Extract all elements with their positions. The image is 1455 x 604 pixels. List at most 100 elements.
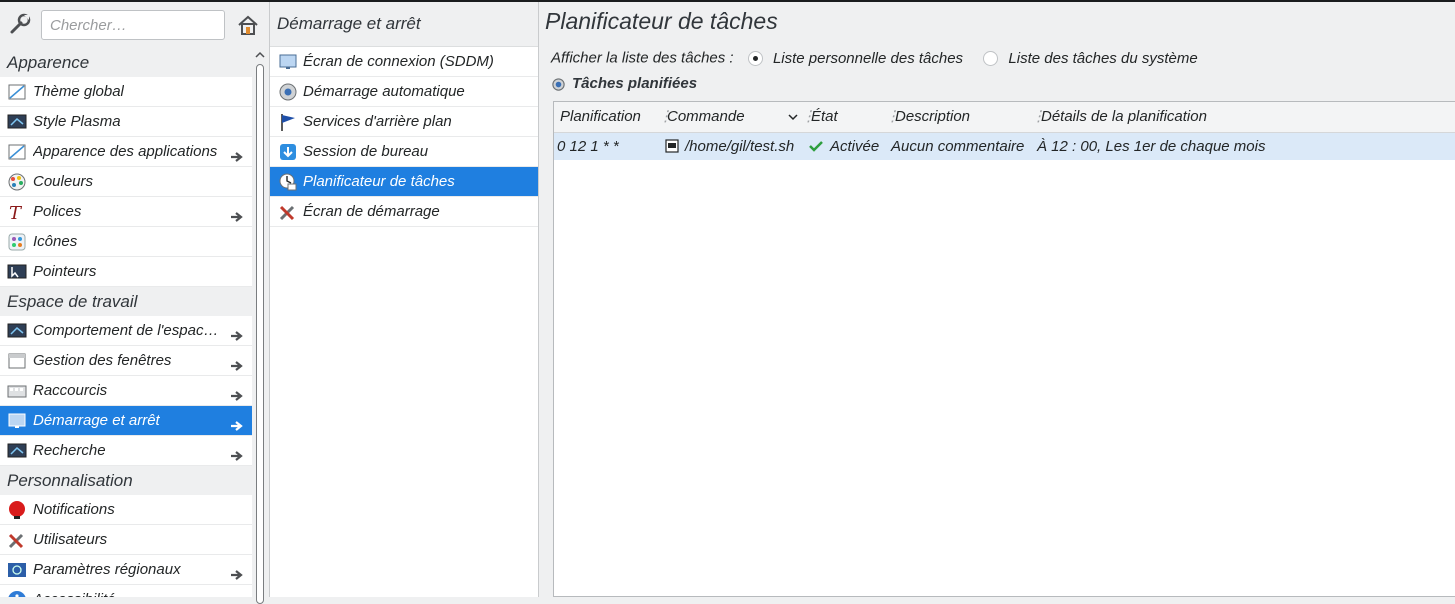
- arrow-right-icon[interactable]: [230, 205, 244, 222]
- col-details[interactable]: Détails de la planification: [1041, 102, 1207, 132]
- radio-personal[interactable]: [747, 50, 763, 66]
- accessibility-icon: [7, 590, 27, 597]
- sidebar-item[interactable]: Icônes: [0, 227, 252, 257]
- sidebar-item[interactable]: Démarrage et arrêt: [0, 406, 252, 436]
- cell-state: Activée: [830, 138, 880, 155]
- sidebar-item-label: Icônes: [33, 233, 78, 250]
- plasma-style-icon: [7, 112, 27, 132]
- col-grip[interactable]: ⋮: [658, 102, 673, 132]
- radio-personal-label[interactable]: Liste personnelle des tâches: [773, 50, 963, 67]
- session-icon: [278, 142, 298, 162]
- scheduled-tasks-group: Tâches planifiées: [551, 75, 697, 92]
- subcategory-item[interactable]: Session de bureau: [270, 137, 540, 167]
- col-grip[interactable]: ⋮: [885, 102, 900, 132]
- arrow-right-icon[interactable]: [230, 563, 244, 580]
- subcategory-panel: Démarrage et arrêt Écran de connexion (S…: [269, 2, 540, 597]
- arrow-right-icon[interactable]: [230, 354, 244, 371]
- page-title: Planificateur de tâches: [545, 8, 778, 34]
- sidebar: Apparence Thème global Style Plasma Appare…: [0, 2, 268, 604]
- scroll-up-icon[interactable]: [255, 50, 265, 60]
- sidebar-item-label: Thème global: [33, 83, 124, 100]
- task-scheduler-panel: Planificateur de tâches Afficher la list…: [539, 2, 1455, 597]
- sidebar-item[interactable]: Style Plasma: [0, 107, 252, 137]
- category-workspace: Espace de travail: [0, 287, 252, 316]
- sidebar-item-label: Démarrage et arrêt: [33, 412, 160, 429]
- table-row[interactable]: 0 12 1 * * /home/gil/test.sh Activée Auc…: [554, 133, 1455, 160]
- sidebar-item[interactable]: Pointeurs: [0, 257, 252, 287]
- app-style-icon: [7, 142, 27, 162]
- subcategory-item[interactable]: Écran de démarrage: [270, 197, 540, 227]
- subcategory-item-label: Écran de démarrage: [303, 203, 440, 220]
- gear-icon: [552, 77, 565, 91]
- col-etat[interactable]: État: [811, 102, 838, 132]
- radio-system[interactable]: [983, 50, 999, 66]
- subcategory-item[interactable]: Écran de connexion (SDDM): [270, 47, 540, 77]
- startup-icon: [7, 411, 27, 431]
- login-screen-icon: [278, 52, 298, 72]
- task-scheduler-icon: [278, 172, 298, 192]
- sidebar-item[interactable]: Comportement de l'espace de travail: [0, 316, 252, 346]
- services-icon: [278, 112, 298, 132]
- subcategory-item-label: Session de bureau: [303, 143, 429, 160]
- sidebar-item-label: Paramètres régionaux: [33, 561, 181, 578]
- arrow-right-icon[interactable]: [230, 444, 244, 461]
- show-label: Afficher la liste des tâches :: [551, 49, 734, 67]
- arrow-right-icon[interactable]: [230, 145, 244, 162]
- subcategory-item[interactable]: Planificateur de tâches: [270, 167, 540, 197]
- sidebar-item[interactable]: Paramètres régionaux: [0, 555, 252, 585]
- sidebar-item[interactable]: Thème global: [0, 77, 252, 107]
- search-plasma-icon: [7, 441, 27, 461]
- windows-icon: [7, 351, 27, 371]
- regional-icon: [7, 560, 27, 580]
- category-appearance: Apparence: [0, 48, 252, 77]
- home-icon[interactable]: [236, 13, 260, 37]
- col-description[interactable]: Description: [895, 102, 970, 132]
- icons-icon: [7, 232, 27, 252]
- notifications-icon: [7, 500, 27, 520]
- cell-command: /home/gil/test.sh: [685, 138, 795, 155]
- col-grip[interactable]: ⋮: [1031, 102, 1046, 132]
- sidebar-item[interactable]: Gestion des fenêtres: [0, 346, 252, 376]
- sidebar-item[interactable]: Recherche: [0, 436, 252, 466]
- cursors-icon: [7, 262, 27, 282]
- tasks-table: Planification ⋮ Commande ⋮ État ⋮ Descri…: [553, 101, 1455, 597]
- subcategory-item[interactable]: Démarrage automatique: [270, 77, 540, 107]
- sidebar-item-label: Gestion des fenêtres: [33, 352, 172, 369]
- col-planification[interactable]: Planification: [560, 102, 641, 132]
- sidebar-item[interactable]: Couleurs: [0, 167, 252, 197]
- subcategory-title: Démarrage et arrêt: [270, 2, 540, 47]
- configure-icon[interactable]: [8, 12, 32, 36]
- sidebar-item-label: Accessibilité: [33, 585, 116, 597]
- users-icon: [7, 530, 27, 550]
- splash-icon: [278, 202, 298, 222]
- theme-icon: [7, 82, 27, 102]
- arrow-right-icon[interactable]: [230, 324, 244, 341]
- category-personalization: Personnalisation: [0, 466, 252, 495]
- task-list-selector: Afficher la liste des tâches : Liste per…: [551, 49, 1198, 67]
- sidebar-scrollbar[interactable]: [254, 50, 266, 604]
- arrow-right-icon[interactable]: [230, 384, 244, 401]
- sidebar-item[interactable]: T Polices: [0, 197, 252, 227]
- col-grip[interactable]: ⋮: [801, 102, 816, 132]
- search-input[interactable]: [41, 10, 225, 40]
- scrollbar-track[interactable]: [256, 64, 264, 604]
- fonts-icon: T: [7, 202, 27, 224]
- sidebar-item[interactable]: Accessibilité: [0, 585, 252, 597]
- sidebar-item[interactable]: Raccourcis: [0, 376, 252, 406]
- col-commande[interactable]: Commande: [667, 102, 745, 132]
- subcategory-item-label: Écran de connexion (SDDM): [303, 53, 494, 70]
- autostart-icon: [278, 82, 298, 102]
- sidebar-item[interactable]: Utilisateurs: [0, 525, 252, 555]
- sidebar-item[interactable]: Notifications: [0, 495, 252, 525]
- sidebar-item[interactable]: Apparence des applications: [0, 137, 252, 167]
- sidebar-item-label: Couleurs: [33, 173, 94, 190]
- sidebar-item-label: Utilisateurs: [33, 531, 108, 548]
- subcategory-item[interactable]: Services d'arrière plan: [270, 107, 540, 137]
- group-title-label: Tâches planifiées: [572, 75, 698, 92]
- arrow-right-icon[interactable]: [230, 414, 244, 431]
- radio-system-label[interactable]: Liste des tâches du système: [1008, 50, 1197, 67]
- sidebar-item-label: Notifications: [33, 501, 115, 518]
- subcategory-item-label: Services d'arrière plan: [303, 113, 452, 130]
- sidebar-item-label: Raccourcis: [33, 382, 108, 399]
- cell-details: À 12 : 00, Les 1er de chaque mois: [1037, 138, 1266, 155]
